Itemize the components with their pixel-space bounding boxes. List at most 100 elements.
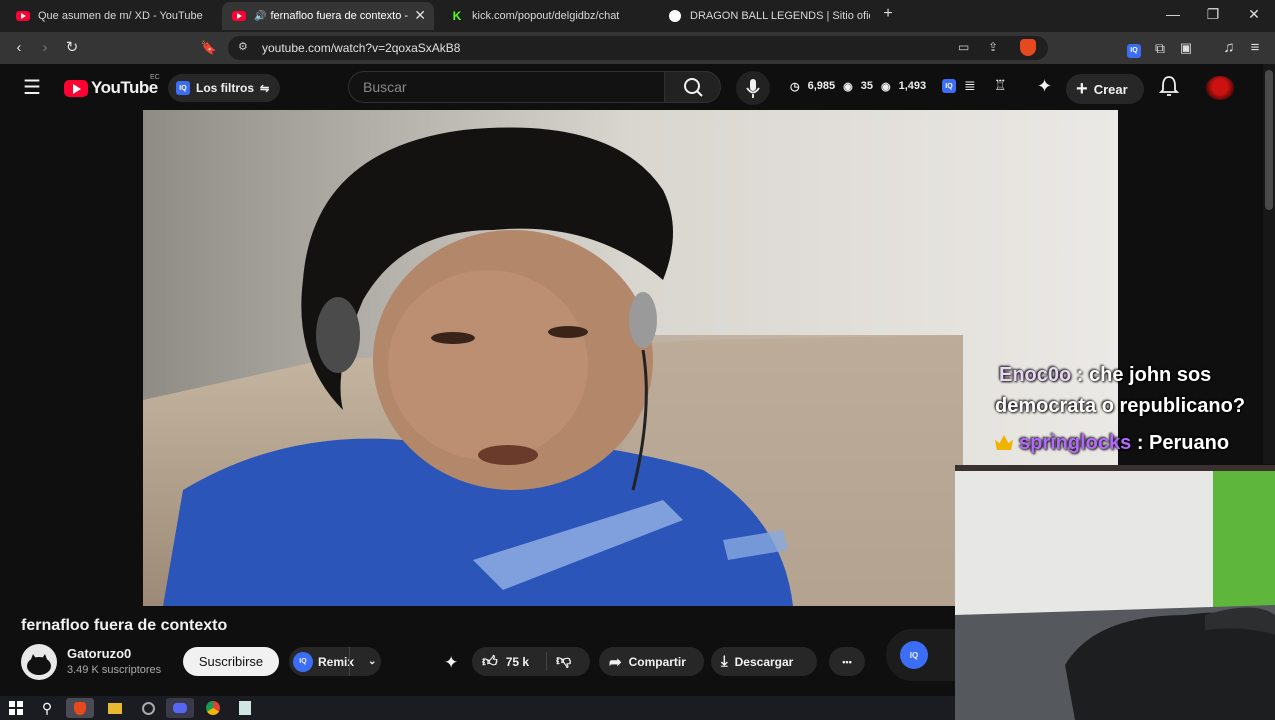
youtube-icon: [16, 9, 30, 23]
discord-taskbar-icon[interactable]: [166, 698, 194, 718]
channel-avatar[interactable]: [21, 644, 57, 680]
tab-dragon-ball[interactable]: DRAGON BALL LEGENDS | Sitio oficial: [658, 2, 870, 30]
windows-start-icon[interactable]: [2, 698, 30, 718]
more-actions-button[interactable]: •••: [829, 647, 865, 676]
new-tab-button[interactable]: +: [878, 5, 898, 23]
search-icon[interactable]: ⚲: [33, 698, 61, 718]
youtube-play-icon: [64, 79, 88, 97]
eye-icon: ◉: [843, 81, 853, 93]
download-button[interactable]: ⤓ Descargar: [711, 647, 817, 676]
url-text: youtube.com/watch?v=2qoxaSxAkB8: [262, 41, 461, 55]
extension-stats: ◷ 6,985 ◉ 35 ◉ 1,493: [790, 80, 926, 93]
cast-icon[interactable]: ▭: [958, 40, 969, 54]
channel-subscribers: 3.49 K suscriptores: [67, 664, 162, 676]
close-window-icon[interactable]: ✕: [1244, 6, 1264, 23]
gamepad-icon[interactable]: ✦: [444, 653, 458, 673]
youtube-icon: [232, 9, 246, 23]
iq-icon: IQ: [176, 81, 190, 95]
browser-tab-strip: Que asumen de m/ XD - YouTube 🔊 fernaflo…: [0, 0, 1275, 32]
notifications-bell-icon[interactable]: [1158, 74, 1180, 98]
bookmark-icon[interactable]: 🔖: [199, 38, 219, 58]
address-bar[interactable]: ⚙ youtube.com/watch?v=2qoxaSxAkB8 ▭ ⇪: [228, 36, 1048, 60]
list-icon[interactable]: ≣: [964, 77, 976, 94]
tab-label: Que asumen de m/ XD - YouTube: [38, 10, 203, 22]
chrome-taskbar-icon[interactable]: [199, 698, 227, 718]
circle-app-icon: [141, 701, 155, 715]
remix-button[interactable]: IQ Remix ⌄: [289, 647, 381, 676]
like-dislike-group: 👍︎ 75 k 👎︎: [472, 647, 590, 676]
picture-in-picture-webcam[interactable]: [955, 465, 1275, 720]
scrollbar-thumb[interactable]: [1265, 70, 1273, 210]
discord-icon: [173, 703, 187, 713]
reload-icon[interactable]: ↻: [62, 38, 82, 58]
brave-icon: [74, 701, 86, 715]
youtube-logo[interactable]: YouTube EC: [64, 74, 160, 98]
minimize-icon[interactable]: —: [1163, 6, 1183, 22]
voice-search-button[interactable]: [736, 71, 770, 105]
extensions-puzzle-icon[interactable]: ⧉: [1150, 38, 1170, 58]
chat-text: che john sos: [1089, 364, 1212, 386]
trophy-icon[interactable]: ♖: [994, 77, 1007, 94]
sidebar-icon[interactable]: ▣: [1176, 38, 1196, 58]
kick-icon: K: [451, 9, 463, 23]
restore-icon[interactable]: ❐: [1203, 6, 1223, 23]
stat-time: 6,985: [807, 80, 836, 92]
eye-icon: ◉: [881, 81, 891, 93]
search-button[interactable]: [664, 71, 721, 103]
gamepad-icon[interactable]: ✦: [1037, 76, 1052, 97]
chat-text: Peruano: [1149, 432, 1230, 454]
divider: [349, 647, 350, 676]
iq-icon: IQ: [293, 651, 313, 672]
brave-shield-icon[interactable]: [1020, 39, 1036, 56]
folder-icon: [108, 702, 122, 714]
create-button[interactable]: + Crear: [1066, 74, 1144, 104]
chat-message-continuation: democrata o republicano?: [995, 395, 1246, 417]
chat-username: Enoc0o: [999, 364, 1072, 386]
like-icon[interactable]: 👍︎: [482, 653, 498, 671]
chrome-icon: [206, 701, 220, 715]
media-icon[interactable]: ♫: [1219, 38, 1239, 58]
chat-message: springlocks : Peruano: [995, 432, 1229, 455]
clock-icon: ◷: [790, 81, 800, 93]
video-title: fernafloo fuera de contexto: [21, 617, 228, 634]
youtube-header: ☰ YouTube EC IQ Los filtros ⇋ Buscar ◷ 6,…: [0, 64, 1262, 110]
filters-button[interactable]: IQ Los filtros ⇋: [168, 74, 280, 102]
create-label: Crear: [1093, 81, 1128, 97]
speaker-icon: 🔊: [254, 10, 267, 22]
back-icon[interactable]: ‹: [9, 38, 29, 58]
forward-icon[interactable]: ›: [35, 38, 55, 58]
notepad-taskbar-icon[interactable]: [231, 698, 259, 718]
site-settings-icon[interactable]: ⚙: [238, 40, 248, 53]
page-scrollbar[interactable]: [1263, 64, 1275, 464]
tab-fernafloo[interactable]: 🔊 fernafloo fuera de contexto - ✕: [222, 2, 434, 30]
iq-side-panel[interactable]: IQ: [886, 629, 956, 681]
share-button[interactable]: ➦ Compartir: [599, 647, 704, 676]
chat-message: Enoc0o : che john sos: [999, 364, 1211, 387]
notepad-icon: [239, 701, 251, 715]
dislike-icon[interactable]: 👎︎: [556, 652, 571, 670]
hamburger-menu-icon[interactable]: ☰: [20, 76, 44, 99]
tab-kick-chat[interactable]: K kick.com/popout/delgidbz/chat: [440, 2, 652, 30]
chevron-down-icon: ⌄: [368, 656, 377, 667]
iq-header-icon[interactable]: IQ: [942, 79, 956, 93]
stat-views-a: 35: [860, 80, 873, 92]
close-tab-icon[interactable]: ✕: [414, 7, 426, 24]
chat-username: springlocks: [1019, 432, 1132, 454]
extension-iq-icon[interactable]: IQ: [1124, 38, 1144, 58]
brave-taskbar-icon[interactable]: [66, 698, 94, 718]
dragonball-icon: [668, 9, 682, 23]
channel-name[interactable]: Gatoruzo0: [67, 646, 131, 661]
iq-icon: IQ: [900, 641, 928, 669]
app-taskbar-icon[interactable]: [134, 698, 162, 718]
subscribe-button[interactable]: Suscribirse: [183, 647, 279, 676]
share-icon[interactable]: ⇪: [988, 40, 998, 54]
search-input[interactable]: Buscar: [348, 71, 666, 103]
menu-icon[interactable]: ≡: [1245, 38, 1265, 58]
tab-youtube-que-asumen[interactable]: Que asumen de m/ XD - YouTube: [6, 2, 218, 30]
user-avatar[interactable]: [1206, 76, 1234, 100]
sliders-icon: ⇋: [260, 82, 270, 95]
webcam-frame: [955, 465, 1275, 720]
chat-separator: :: [1131, 432, 1150, 454]
share-label: Compartir: [628, 654, 686, 669]
file-explorer-icon[interactable]: [101, 698, 129, 718]
